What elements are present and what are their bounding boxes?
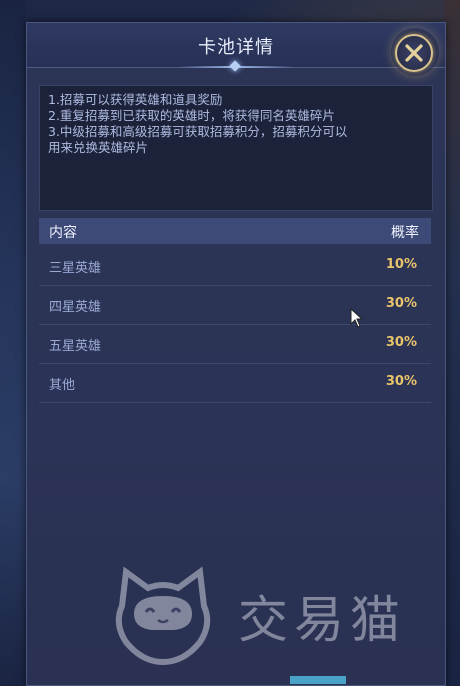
table-row: 其他 30% <box>39 364 431 403</box>
description-box: 1.招募可以获得英雄和道具奖励 2.重复招募到已获取的英雄时，将获得同名英雄碎片… <box>39 85 433 211</box>
description-line: 2.重复招募到已获取的英雄时，将获得同名英雄碎片 <box>48 108 335 123</box>
right-background-edge <box>444 0 460 684</box>
table-row: 三星英雄 10% <box>39 247 431 286</box>
table-row: 四星英雄 30% <box>39 286 431 325</box>
row-label: 五星英雄 <box>49 339 102 354</box>
row-label: 其他 <box>49 378 76 393</box>
row-probability: 10% <box>385 257 417 272</box>
description-line: 3.中级招募和高级招募可获取招募积分，招募积分可以 <box>48 124 348 139</box>
description-line: 1.招募可以获得英雄和道具奖励 <box>48 92 223 107</box>
watermark-text: 交易猫 <box>238 591 406 649</box>
description-line: 用来兑换英雄碎片 <box>48 140 149 155</box>
row-probability: 30% <box>385 296 417 311</box>
close-button[interactable] <box>395 34 433 72</box>
table-row: 五星英雄 30% <box>39 325 431 364</box>
watermark: 交易猫 <box>108 566 438 666</box>
close-icon <box>405 44 423 62</box>
title-gem-ornament <box>229 60 241 72</box>
row-probability: 30% <box>385 335 417 350</box>
column-header-probability: 概率 <box>391 225 419 241</box>
row-label: 三星英雄 <box>49 261 102 276</box>
row-probability: 30% <box>385 374 417 389</box>
dialog-header: 卡池详情 <box>27 23 445 72</box>
bottom-accent-bar <box>290 676 346 684</box>
cat-logo-icon <box>115 566 211 666</box>
row-label: 四星英雄 <box>49 300 102 315</box>
column-header-content: 内容 <box>49 225 77 241</box>
left-background-edge <box>0 0 26 684</box>
probability-table-header: 内容 概率 <box>39 218 431 244</box>
dialog-title: 卡池详情 <box>198 37 274 58</box>
mouse-cursor-icon <box>350 308 364 328</box>
